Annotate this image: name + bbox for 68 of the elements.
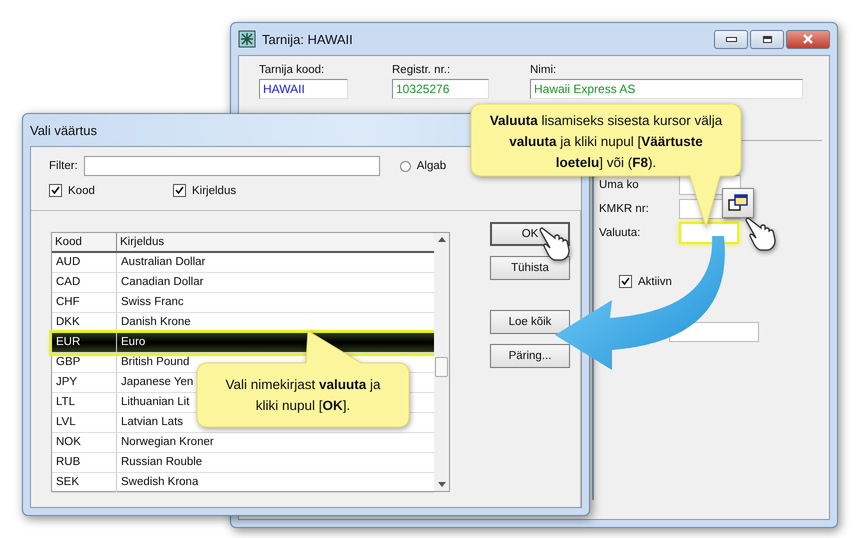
scrollbar[interactable]	[434, 233, 449, 491]
close-icon	[802, 34, 814, 44]
dialog-title: Vali väärtus	[30, 122, 97, 138]
table-cell: GBP	[52, 353, 117, 372]
table-row[interactable]: EUR Euro	[52, 333, 434, 353]
checkbox-label: Aktiivn	[638, 276, 672, 288]
table-cell-text: Euro	[120, 335, 146, 350]
table-cell: LVL	[52, 413, 117, 432]
maximize-button[interactable]	[750, 30, 784, 48]
table-cell-text: Australian Dollar	[120, 255, 206, 270]
table-cell-text: Lithuanian Lit	[120, 395, 190, 410]
window-title: Tarnija: HAWAII	[262, 32, 353, 46]
table-row[interactable]: RUB Russian Rouble	[52, 453, 434, 473]
dialog-button[interactable]: Loe kõik	[490, 310, 570, 334]
table-row[interactable]: AUD Australian Dollar	[52, 253, 434, 273]
checkbox-label: Kirjeldus	[192, 184, 236, 196]
checkbox-label: Kood	[68, 184, 95, 196]
field-label: Nimi:	[530, 64, 558, 76]
table-cell-text: Japanese Yen	[120, 375, 194, 390]
table-cell-text: Latvian Lats	[120, 415, 184, 430]
column-header[interactable]: Kirjeldus	[117, 233, 434, 251]
radio-label: Algab	[416, 160, 446, 172]
table-cell-text: Swedish Krona	[120, 475, 200, 490]
field-label: Valuuta:	[599, 227, 642, 239]
field-label: Uma ko	[599, 179, 640, 191]
field-label: Registr. nr.:	[392, 64, 452, 76]
text-field[interactable]: HAWAII	[259, 79, 348, 99]
checkbox[interactable]	[173, 184, 186, 197]
dialog-button[interactable]: Päring...	[490, 344, 570, 368]
table-cell: LTL	[52, 393, 117, 412]
scroll-thumb[interactable]	[435, 357, 448, 377]
close-button[interactable]	[786, 30, 830, 48]
filter-field[interactable]	[84, 156, 380, 176]
table-cell: CAD	[52, 273, 117, 292]
table-cell: CHF	[52, 293, 117, 312]
table-cell: AUD	[52, 253, 117, 272]
table-cell-text: Norwegian Kroner	[120, 435, 215, 450]
table-cell: SEK	[52, 473, 117, 492]
radio-button[interactable]	[400, 160, 411, 172]
table-row[interactable]: NOK Norwegian Kroner	[52, 433, 434, 453]
value-list-button[interactable]	[722, 188, 754, 218]
table-cell-text: British Pound	[120, 355, 190, 370]
table-cell-text: Russian Rouble	[120, 455, 204, 470]
dialog-button[interactable]: Tühista	[490, 256, 570, 280]
text-field[interactable]: 10325276	[392, 79, 489, 99]
table-row[interactable]: CHF Swiss Franc	[52, 293, 434, 313]
filter-label: Filter:	[49, 160, 78, 172]
field-label: KMKR nr:	[599, 203, 650, 215]
table-cell: NOK	[52, 433, 117, 452]
field-label: Tarnija kood:	[259, 64, 326, 76]
app-icon	[238, 30, 256, 48]
table-cell: EUR	[52, 333, 117, 352]
windows-icon	[727, 192, 749, 214]
table-cell: JPY	[52, 373, 117, 392]
scroll-down-icon	[438, 482, 446, 487]
text-field[interactable]: Hawaii Express AS	[530, 79, 803, 99]
table-row[interactable]: SEK Swedish Krona	[52, 473, 434, 493]
table-cell: RUB	[52, 453, 117, 472]
hint-tooltip: Vali nimekirjast valuuta ja kliki nupul [OK].	[196, 330, 410, 428]
table-cell-text: Canadian Dollar	[120, 275, 204, 290]
table-row[interactable]: CAD Canadian Dollar	[52, 273, 434, 293]
column-header[interactable]: Kood	[52, 233, 117, 251]
minimize-button[interactable]	[714, 30, 748, 48]
table-cell-text: Swiss Franc	[120, 295, 185, 310]
checkbox[interactable]	[49, 184, 62, 197]
checkbox[interactable]	[619, 275, 632, 288]
table-cell-text: Danish Krone	[120, 315, 192, 330]
scroll-up-icon	[438, 237, 446, 242]
